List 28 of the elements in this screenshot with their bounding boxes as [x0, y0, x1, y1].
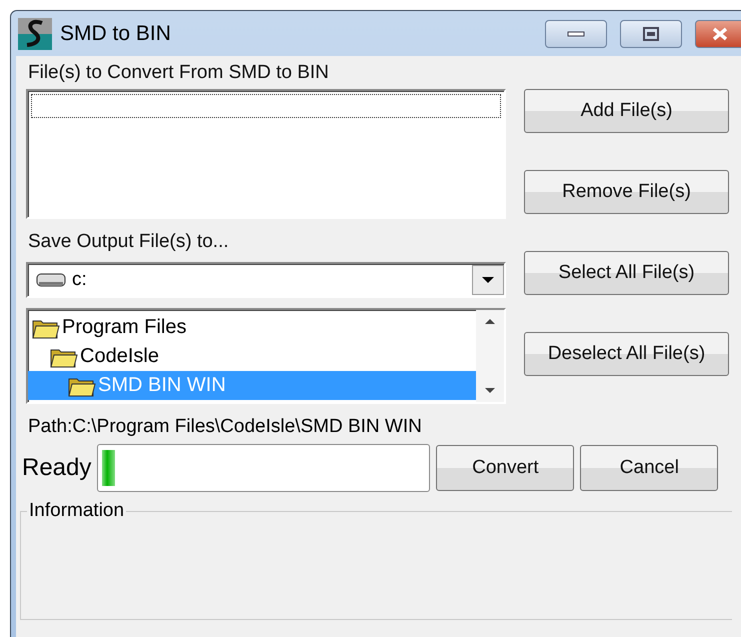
file-action-button[interactable]: Select All File(s) [524, 251, 729, 295]
file-list[interactable] [26, 89, 506, 219]
drive-dropdown[interactable]: c: [26, 262, 506, 298]
file-action-button[interactable]: Remove File(s) [524, 170, 729, 214]
restore-icon [643, 26, 659, 40]
file-action-button[interactable]: Add File(s) [524, 89, 729, 133]
minimize-button[interactable] [545, 20, 607, 48]
restore-button[interactable] [620, 20, 682, 48]
action-button[interactable]: Convert [436, 445, 574, 491]
drive-icon [36, 271, 66, 289]
file-action-button[interactable]: Deselect All File(s) [524, 332, 729, 376]
close-button[interactable] [695, 20, 741, 48]
minimize-icon [567, 30, 585, 36]
save-label: Save Output File(s) to... [27, 230, 230, 254]
folder-item[interactable]: CodeIsle [28, 342, 476, 371]
information-title: Information [28, 500, 126, 522]
status-text: Ready [22, 454, 92, 482]
window-title: SMD to BIN [60, 22, 172, 46]
app-icon [18, 18, 52, 50]
folder-item[interactable]: Program Files [28, 313, 476, 342]
action-button[interactable]: Cancel [580, 445, 718, 491]
scrollbar[interactable] [476, 310, 504, 402]
scroll-down-icon[interactable] [484, 387, 496, 394]
scroll-up-icon[interactable] [484, 318, 496, 325]
close-icon [711, 26, 729, 40]
folder-tree[interactable]: Program Files CodeIsle SMD BIN WIN [26, 308, 506, 404]
files-label: File(s) to Convert From SMD to BIN [27, 61, 330, 85]
output-path: Path:C:\Program Files\CodeIsle\SMD BIN WIN [27, 415, 423, 439]
